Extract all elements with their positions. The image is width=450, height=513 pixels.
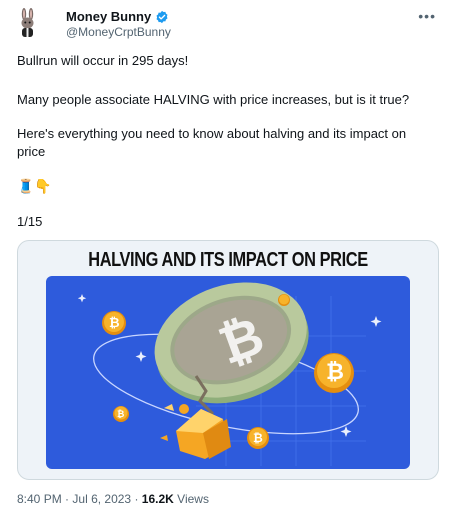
tweet-line-1: Bullrun will occur in 295 days! [17, 53, 189, 68]
tweet-date[interactable]: Jul 6, 2023 [72, 492, 131, 506]
tweet-meta: 8:40 PM · Jul 6, 2023 · 16.2K Views [17, 492, 209, 506]
tweet-card: Money Bunny @MoneyCrptBunny ••• Bullrun … [0, 0, 450, 513]
author-name[interactable]: Money Bunny [66, 9, 151, 24]
thread-emojis: 🧵👇 [17, 178, 52, 194]
svg-text:₿: ₿ [326, 359, 344, 384]
svg-text:₿: ₿ [109, 315, 120, 330]
coin-bottom-left: ₿ [113, 406, 129, 422]
thread-counter: 1/15 [17, 214, 43, 229]
more-options-icon[interactable]: ••• [418, 8, 436, 24]
avatar[interactable] [17, 8, 39, 38]
coin-small-left: ₿ [102, 311, 126, 335]
media-image[interactable]: HALVING AND ITS IMPACT ON PRICE ₿ ₿ ₿ ₿ … [17, 240, 439, 480]
meta-separator: · [134, 492, 142, 506]
name-row: Money Bunny [66, 9, 171, 24]
tweet-time[interactable]: 8:40 PM [17, 492, 62, 506]
author-block: Money Bunny @MoneyCrptBunny [66, 9, 171, 39]
tweet-line-2: Many people associate HALVING with price… [17, 92, 410, 107]
tweet-line-3: Here's everything you need to know about… [17, 126, 407, 159]
coin-right: ₿ [314, 353, 354, 393]
views-label: Views [177, 492, 209, 506]
svg-text:₿: ₿ [117, 409, 124, 419]
views-count: 16.2K [141, 492, 174, 506]
verified-badge-icon [156, 10, 168, 23]
media-title: HALVING AND ITS IMPACT ON PRICE [88, 249, 368, 271]
coin-top [278, 294, 290, 306]
author-handle[interactable]: @MoneyCrptBunny [66, 25, 171, 39]
svg-text:₿: ₿ [253, 431, 263, 445]
coin-bottom-right: ₿ [247, 427, 269, 449]
halving-illustration: ₿ ₿ ₿ ₿ ₿ [46, 276, 410, 469]
